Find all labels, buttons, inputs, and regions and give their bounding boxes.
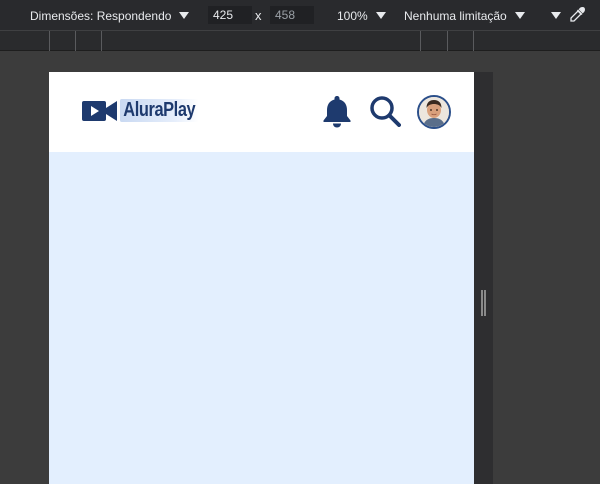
media-query-marker[interactable] [49,31,50,51]
zoom-label: 100% [337,8,368,23]
caret-down-icon [514,12,525,19]
media-query-marker[interactable] [473,31,474,51]
viewport-resize-handle[interactable] [474,72,493,484]
height-input[interactable] [270,6,314,24]
video-camera-icon [82,100,117,121]
device-toolbar: Dimensões: Respondendo x 100% Nenhuma li… [0,0,600,31]
media-query-marker[interactable] [447,31,448,51]
dimensions-label: Dimensões: Respondendo [30,8,172,23]
media-query-marker[interactable] [75,31,76,51]
eyedropper-icon[interactable] [568,6,586,24]
resize-grip-line [484,290,486,316]
device-viewport: AluraPlay [49,72,474,484]
resize-grip-line [481,290,483,316]
site-header: AluraPlay [49,72,474,152]
caret-down-icon [179,12,190,19]
dimensions-dropdown[interactable]: Dimensões: Respondendo [30,0,190,31]
throttle-label: Nenhuma limitação [404,8,507,23]
media-query-marker[interactable] [420,31,421,51]
media-query-bar [0,31,600,51]
user-photo-icon [419,97,449,127]
caret-down-icon [375,12,386,19]
caret-down-icon [551,12,561,19]
width-input[interactable] [208,6,252,24]
more-options-dropdown[interactable] [549,0,561,31]
avatar[interactable] [417,95,451,129]
search-icon[interactable] [369,95,401,127]
viewport-area: AluraPlay [0,51,600,484]
logo-text: AluraPlay [120,99,199,122]
site-logo[interactable]: AluraPlay [82,99,216,122]
times-symbol: x [255,8,262,23]
zoom-dropdown[interactable]: 100% [337,0,386,31]
bell-icon[interactable] [321,94,353,128]
site-main-content [49,152,474,484]
throttle-dropdown[interactable]: Nenhuma limitação [404,0,525,31]
media-query-marker[interactable] [101,31,102,51]
